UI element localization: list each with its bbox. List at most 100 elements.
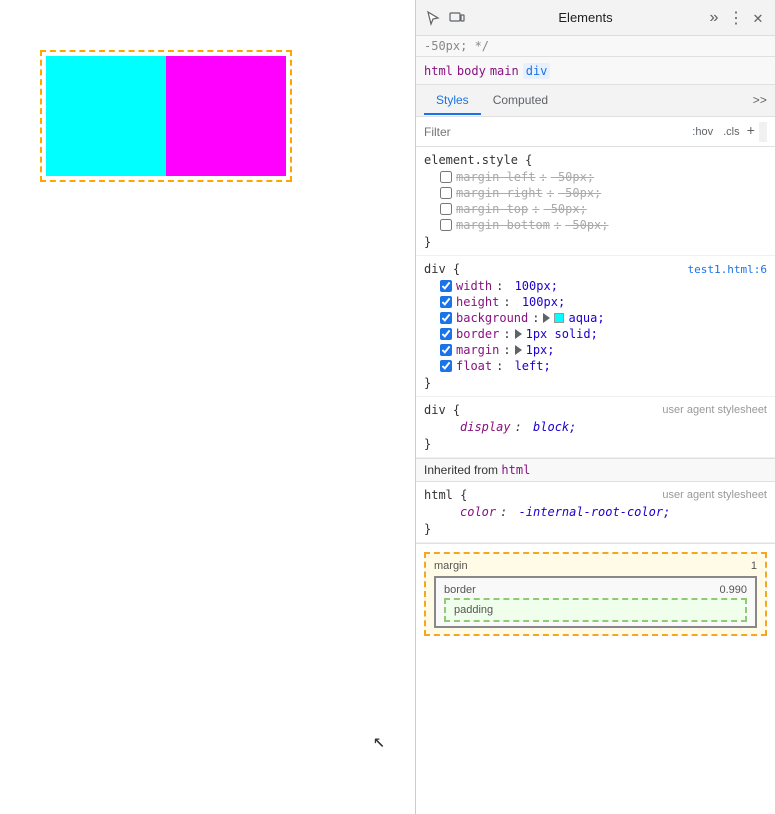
tab-chevron-icon[interactable]: >> <box>753 94 767 108</box>
margin-top-prop: margin-top <box>456 202 528 216</box>
div-ua-selector-line: div { user agent stylesheet <box>416 401 775 419</box>
margin-left-val: -50px; <box>551 170 594 184</box>
display-val: block; <box>526 420 577 434</box>
background-prop: background <box>456 311 528 325</box>
margin-val: 1px; <box>526 343 555 357</box>
html-ua-close-brace: } <box>416 520 775 538</box>
height-prop: height <box>456 295 499 309</box>
border-label-row: border 0.990 <box>444 582 747 598</box>
margin-line: margin : 1px; <box>416 342 775 358</box>
margin-left-line: margin-left : -50px; <box>416 169 775 185</box>
element-style-selector: element.style { <box>424 153 532 167</box>
background-color-swatch[interactable] <box>554 313 564 323</box>
breadcrumb-div[interactable]: div <box>523 63 551 79</box>
tab-styles[interactable]: Styles <box>424 87 481 115</box>
margin-top-val: -50px; <box>543 202 586 216</box>
div-source-link[interactable]: test1.html:6 <box>688 263 767 276</box>
devtools-icon-group <box>424 9 466 27</box>
inherited-tag: html <box>501 463 530 477</box>
display-line: display : block; <box>416 419 775 435</box>
tab-computed[interactable]: Computed <box>481 87 560 115</box>
dashed-container <box>40 50 292 182</box>
cursor-arrow: ↖ <box>373 728 385 754</box>
border-label: border <box>444 584 476 596</box>
float-val: left; <box>507 359 550 373</box>
cursor-inspect-icon[interactable] <box>424 9 442 27</box>
margin-checkbox[interactable] <box>440 344 452 356</box>
float-line: float : left; <box>416 358 775 374</box>
html-ua-source-label: user agent stylesheet <box>662 489 767 501</box>
html-ua-selector-line: html { user agent stylesheet <box>416 486 775 504</box>
border-expand-icon[interactable] <box>515 329 522 339</box>
box-model-panel: margin 1 border 0.990 padding <box>416 543 775 644</box>
width-checkbox[interactable] <box>440 280 452 292</box>
devtools-panel: Elements » ⋮ ✕ -50px; */ html body main … <box>415 0 775 814</box>
margin-top-checkbox[interactable] <box>440 203 452 215</box>
breadcrumb-html[interactable]: html <box>424 64 453 78</box>
width-prop: width <box>456 279 492 293</box>
box-model-padding-box: padding <box>444 598 747 622</box>
border-line: border : 1px solid; <box>416 326 775 342</box>
display-prop: display <box>460 420 511 434</box>
device-toggle-icon[interactable] <box>448 9 466 27</box>
margin-bottom-val: -50px; <box>565 218 608 232</box>
devtools-title: Elements <box>470 10 701 25</box>
margin-label-row: margin 1 <box>434 558 757 574</box>
html-ua-block: html { user agent stylesheet color : -in… <box>416 482 775 543</box>
filter-buttons: :hov .cls + <box>689 124 755 140</box>
element-style-close-brace: } <box>416 233 775 251</box>
float-checkbox[interactable] <box>440 360 452 372</box>
height-checkbox[interactable] <box>440 296 452 308</box>
border-val: 1px solid; <box>526 327 598 341</box>
devtools-topbar: Elements » ⋮ ✕ <box>416 0 775 36</box>
margin-left-checkbox[interactable] <box>440 171 452 183</box>
margin-left-prop: margin-left <box>456 170 535 184</box>
margin-label: margin <box>434 560 468 572</box>
magenta-element <box>166 56 286 176</box>
background-line: background : aqua; <box>416 310 775 326</box>
margin-bottom-checkbox[interactable] <box>440 219 452 231</box>
box-model-margin-box: margin 1 border 0.990 padding <box>424 552 767 636</box>
webpage-preview: ↖ <box>0 0 415 814</box>
div-rule-selector-line: div { test1.html:6 <box>416 260 775 278</box>
close-icon[interactable]: ✕ <box>749 9 767 27</box>
cyan-element <box>46 56 166 176</box>
margin-value: 1 <box>751 560 757 572</box>
margin-right-val: -50px; <box>558 186 601 200</box>
border-value: 0.990 <box>719 584 747 596</box>
chevron-right-icon[interactable]: » <box>705 9 723 27</box>
more-options-icon[interactable]: ⋮ <box>727 9 745 27</box>
breadcrumb-bar: html body main div <box>416 57 775 85</box>
div-ua-block: div { user agent stylesheet display : bl… <box>416 397 775 458</box>
tabs-row: Styles Computed >> <box>416 85 775 117</box>
filter-input[interactable] <box>424 125 685 139</box>
inherited-header: Inherited from html <box>416 458 775 482</box>
border-checkbox[interactable] <box>440 328 452 340</box>
cls-button[interactable]: .cls <box>720 125 743 139</box>
div-rule-block: div { test1.html:6 width : 100px; height… <box>416 256 775 397</box>
styles-content: element.style { margin-left : -50px; mar… <box>416 147 775 814</box>
element-style-selector-line: element.style { <box>416 151 775 169</box>
breadcrumb-body[interactable]: body <box>457 64 486 78</box>
breadcrumb-main[interactable]: main <box>490 64 519 78</box>
padding-label: padding <box>454 604 493 616</box>
width-val: 100px; <box>507 279 558 293</box>
margin-right-checkbox[interactable] <box>440 187 452 199</box>
height-line: height : 100px; <box>416 294 775 310</box>
div-ua-close-brace: } <box>416 435 775 453</box>
filter-bar: :hov .cls + <box>416 117 775 147</box>
div-ua-selector: div { <box>424 403 460 417</box>
margin-prop: margin <box>456 343 499 357</box>
color-line: color : -internal-root-color; <box>416 504 775 520</box>
margin-bottom-line: margin-bottom : -50px; <box>416 217 775 233</box>
element-style-block: element.style { margin-left : -50px; mar… <box>416 147 775 256</box>
margin-bottom-prop: margin-bottom <box>456 218 550 232</box>
background-expand-icon[interactable] <box>543 313 550 323</box>
background-checkbox[interactable] <box>440 312 452 324</box>
height-val: 100px; <box>515 295 566 309</box>
hov-button[interactable]: :hov <box>689 125 716 139</box>
margin-expand-icon[interactable] <box>515 345 522 355</box>
background-val: aqua; <box>568 311 604 325</box>
margin-top-line: margin-top : -50px; <box>416 201 775 217</box>
add-style-button[interactable]: + <box>747 124 755 140</box>
